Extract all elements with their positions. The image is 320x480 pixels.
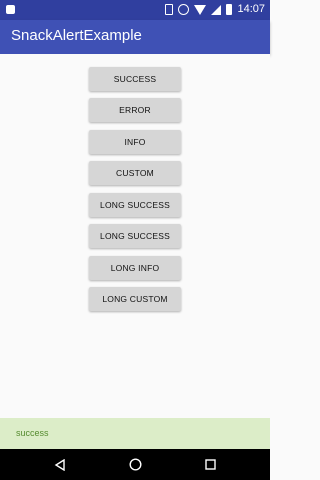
vibrate-icon [165,4,173,15]
info-button[interactable]: INFO [89,130,181,154]
snackbar: success [0,418,270,449]
long-info-button[interactable]: LONG INFO [89,256,181,280]
app-bar: SnackAlertExample [0,20,270,54]
signal-icon [211,4,221,15]
long-success-button[interactable]: LONG SUCCESS [89,193,181,217]
notification-icon [6,5,15,14]
app-title: SnackAlertExample [11,27,142,44]
navigation-bar [0,449,270,480]
custom-button[interactable]: CUSTOM [89,161,181,185]
status-bar: 14:07 [0,0,270,20]
long-success-button-2[interactable]: LONG SUCCESS [89,224,181,248]
long-custom-button[interactable]: LONG CUSTOM [89,287,181,311]
error-button[interactable]: ERROR [89,98,181,122]
success-button[interactable]: SUCCESS [89,67,181,91]
status-time: 14:07 [237,3,265,15]
wifi-icon [194,4,206,15]
status-icons [165,4,232,15]
alarm-icon [178,4,189,15]
main-content: SUCCESS ERROR INFO CUSTOM LONG SUCCESS L… [0,54,270,418]
snackbar-message: success [16,428,49,438]
home-icon[interactable] [115,449,155,480]
battery-icon [226,4,232,15]
recents-icon[interactable] [190,449,230,480]
back-icon[interactable] [40,449,80,480]
